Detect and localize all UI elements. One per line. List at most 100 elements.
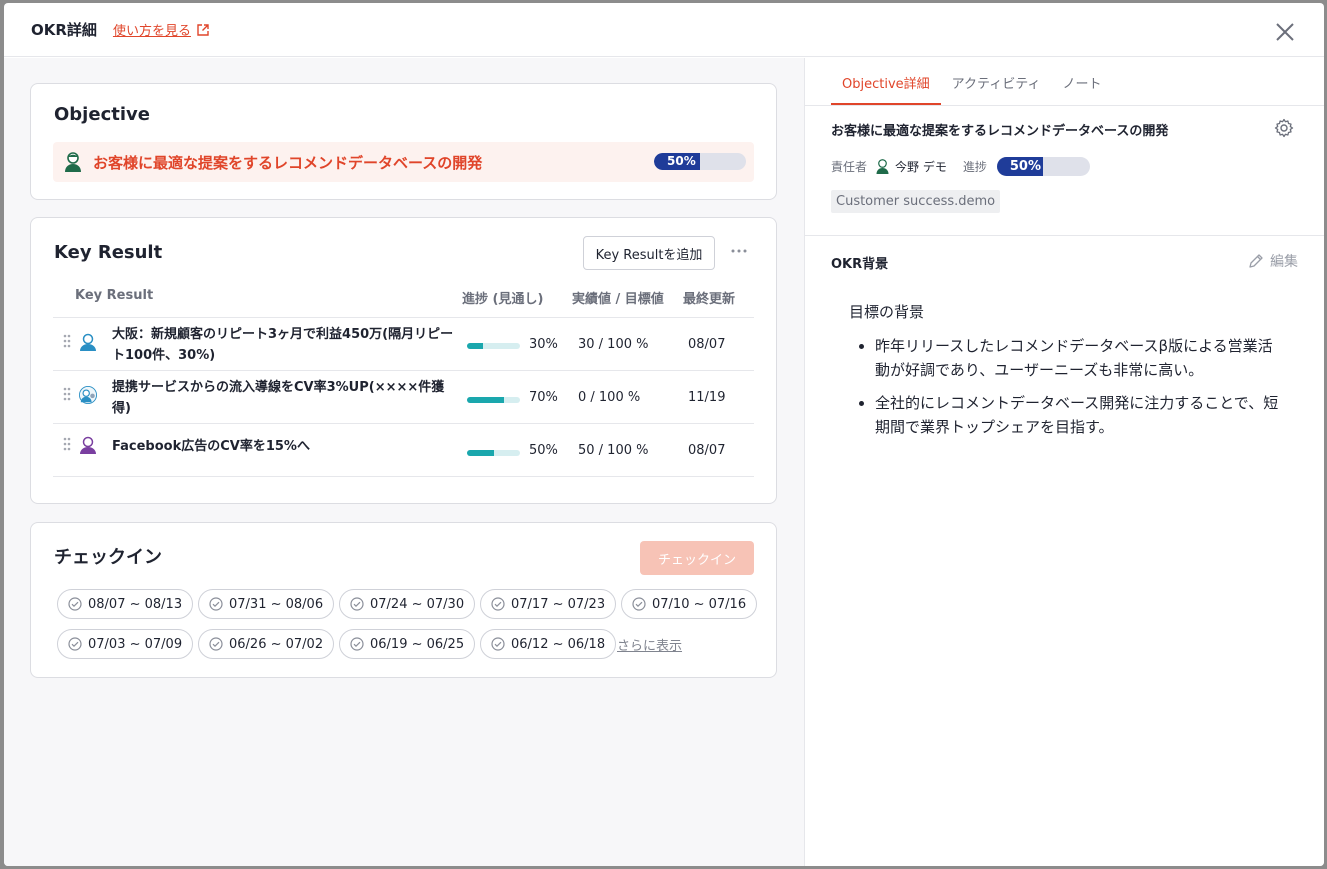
checkin-card: チェックイン チェックイン 08/07 ~ 08/13 07/31 ~ 08/0… <box>30 522 777 678</box>
checkin-week-label: 06/12 ~ 06/18 <box>511 636 606 652</box>
close-icon[interactable] <box>1274 21 1296 43</box>
check-circle-icon <box>209 637 223 651</box>
key-result-progress-label: 70% <box>529 390 558 405</box>
checkin-week-chip[interactable]: 08/07 ~ 08/13 <box>57 589 194 619</box>
key-result-name: 提携サービスからの流入導線をCV率3%UP(××××件獲得) <box>112 380 445 416</box>
pencil-icon <box>1249 254 1263 268</box>
group-avatar-icon <box>79 386 97 404</box>
checkin-week-label: 07/10 ~ 07/16 <box>652 596 747 612</box>
external-link-icon <box>197 23 209 36</box>
checkin-week-label: 07/17 ~ 07/23 <box>511 596 606 612</box>
owner-avatar-icon <box>65 152 81 172</box>
key-result-progress-bar <box>467 397 520 403</box>
background-item: 全社的にレコメントデータベース開発に注力することで、短期間で業界トップシェアを目… <box>875 391 1279 439</box>
edit-button[interactable]: 編集 <box>1248 251 1298 271</box>
checkin-week-chip[interactable]: 07/31 ~ 08/06 <box>198 589 335 619</box>
key-result-card: Key Result Key Resultを追加 Key Result 進捗 (… <box>30 217 777 504</box>
side-progress-bar: 50% <box>996 156 1090 176</box>
col-progress: 進捗 (見通し) <box>462 292 544 307</box>
key-result-progress-bar <box>467 343 520 349</box>
background-item: 昨年リリースしたレコメンドデータベースβ版による営業活動が好調であり、ユーザーニ… <box>875 334 1279 382</box>
check-circle-icon <box>68 637 82 651</box>
okr-background-title: OKR背景 <box>831 257 889 272</box>
howto-link[interactable]: 使い方を見る <box>113 20 209 39</box>
more-options-icon[interactable] <box>730 248 748 254</box>
key-result-progress-bar <box>467 450 520 456</box>
check-circle-icon <box>491 597 505 611</box>
checkin-week-chip[interactable]: 07/10 ~ 07/16 <box>621 589 758 619</box>
key-result-card-title: Key Result <box>54 242 163 263</box>
detail-tabs: Objective詳細 アクティビティ ノート <box>831 58 1112 105</box>
checkin-week-label: 06/26 ~ 07/02 <box>229 636 324 652</box>
check-circle-icon <box>350 597 364 611</box>
key-result-progress-label: 30% <box>529 337 558 352</box>
key-result-updated: 08/07 <box>688 337 726 352</box>
objective-detail-title: お客様に最適な提案をするレコメンドデータベースの開発 <box>831 124 1169 139</box>
tab-divider <box>805 105 1324 106</box>
checkin-week-label: 08/07 ~ 08/13 <box>88 596 183 612</box>
okr-background-body: 目標の背景 昨年リリースしたレコメンドデータベースβ版による営業活動が好調であり… <box>849 300 1279 448</box>
progress-caption: 進捗 <box>962 159 987 174</box>
key-result-progress-fill <box>467 397 505 403</box>
checkin-week-chip[interactable]: 07/24 ~ 07/30 <box>339 589 476 619</box>
tab-objective-detail[interactable]: Objective詳細 <box>831 58 941 105</box>
drag-handle-icon[interactable] <box>63 437 71 451</box>
key-result-name: 大阪：新規顧客のリピート3ヶ月で利益450万(隔月リピート100件、30%) <box>112 327 454 363</box>
checkin-week-chip[interactable]: 06/19 ~ 06/25 <box>339 629 476 659</box>
key-result-value: 50 / 100 % <box>578 443 649 458</box>
team-tag[interactable]: Customer success.demo <box>831 190 1001 213</box>
key-result-updated: 08/07 <box>688 443 726 458</box>
checkin-card-title: チェックイン <box>54 547 162 568</box>
owner[interactable]: 今野 デモ <box>875 158 947 175</box>
drag-handle-icon[interactable] <box>63 387 71 401</box>
objective-card-title: Objective <box>54 104 150 125</box>
key-result-table-header: Key Result 進捗 (見通し) 実績値 / 目標値 最終更新 <box>53 288 754 318</box>
checkin-week-chip[interactable]: 07/17 ~ 07/23 <box>480 589 617 619</box>
check-circle-icon <box>350 637 364 651</box>
background-heading: 目標の背景 <box>849 303 925 321</box>
okr-detail-modal: OKR詳細 使い方を見る Objective お客様に最適な提案をするレコメンド… <box>4 3 1324 866</box>
key-result-progress-fill <box>467 343 483 349</box>
howto-label: 使い方を見る <box>112 24 191 39</box>
section-divider <box>805 235 1324 236</box>
col-updated: 最終更新 <box>683 292 736 307</box>
key-result-value: 30 / 100 % <box>578 337 649 352</box>
right-pane: Objective詳細 アクティビティ ノート お客様に最適な提案をするレコメン… <box>804 58 1324 866</box>
objective-text: お客様に最適な提案をするレコメンドデータベースの開発 <box>93 153 483 172</box>
key-result-row[interactable]: 大阪：新規顧客のリピート3ヶ月で利益450万(隔月リピート100件、30%) 3… <box>53 318 754 371</box>
checkin-week-label: 07/31 ~ 08/06 <box>229 596 324 612</box>
check-circle-icon <box>632 597 646 611</box>
key-result-progress-fill <box>467 450 494 456</box>
gear-icon[interactable] <box>1274 118 1294 138</box>
drag-handle-icon[interactable] <box>63 334 71 348</box>
checkin-week-chip[interactable]: 06/12 ~ 06/18 <box>480 629 617 659</box>
col-value: 実績値 / 目標値 <box>572 292 664 307</box>
col-key-result: Key Result <box>75 288 154 303</box>
checkin-week-chip[interactable]: 06/26 ~ 07/02 <box>198 629 335 659</box>
add-key-result-button[interactable]: Key Resultを追加 <box>583 236 715 270</box>
owner-avatar-icon <box>876 158 889 174</box>
side-progress-label: 50% <box>1009 158 1041 174</box>
key-result-progress-label: 50% <box>529 443 558 458</box>
key-result-row[interactable]: 提携サービスからの流入導線をCV率3%UP(××××件獲得) 70% 0 / 1… <box>53 371 754 424</box>
owner-caption: 責任者 <box>831 159 868 174</box>
tab-activity[interactable]: アクティビティ <box>941 58 1052 105</box>
tab-notes[interactable]: ノート <box>1051 58 1112 105</box>
checkin-week-label: 07/24 ~ 07/30 <box>370 596 465 612</box>
checkin-week-chip[interactable]: 07/03 ~ 07/09 <box>57 629 194 659</box>
checkin-button[interactable]: チェックイン <box>640 541 754 575</box>
key-result-row[interactable]: Facebook広告のCV率を15%へ 50% 50 / 100 % 08/07 <box>53 424 754 477</box>
objective-progress-bar: 50% <box>654 153 746 170</box>
key-result-name: Facebook広告のCV率を15%へ <box>112 439 310 454</box>
check-circle-icon <box>209 597 223 611</box>
user-avatar-icon <box>80 436 96 454</box>
show-more-link[interactable]: さらに表示 <box>617 635 682 654</box>
check-circle-icon <box>491 637 505 651</box>
objective-card: Objective お客様に最適な提案をするレコメンドデータベースの開発 50% <box>30 83 777 200</box>
left-pane: Objective お客様に最適な提案をするレコメンドデータベースの開発 50%… <box>4 58 804 866</box>
checkin-week-label: 07/03 ~ 07/09 <box>88 636 183 652</box>
key-result-updated: 11/19 <box>688 390 726 405</box>
objective-meta: 責任者 今野 デモ 進捗 50% <box>831 156 1090 176</box>
objective-row[interactable]: お客様に最適な提案をするレコメンドデータベースの開発 50% <box>53 142 754 182</box>
objective-progress-label: 50% <box>667 154 696 168</box>
